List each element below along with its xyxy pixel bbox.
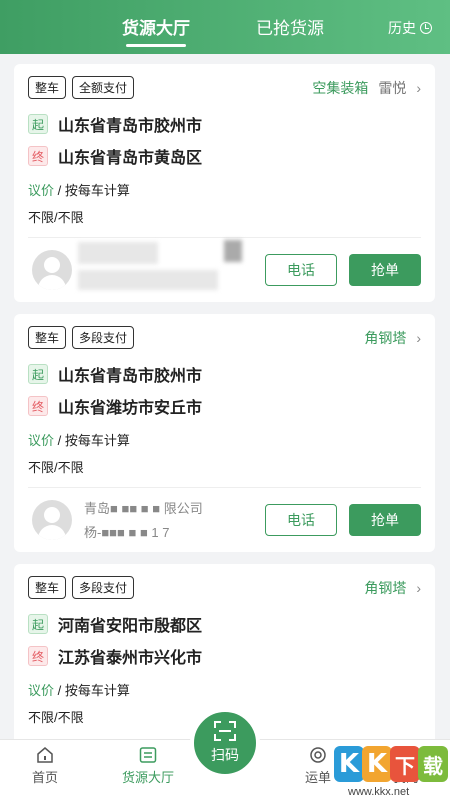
cargo-detail-link[interactable]: 角钢塔 › [364, 328, 421, 348]
route-start: 起 山东省青岛市胶州市 [28, 112, 202, 136]
end-mark: 终 [28, 646, 48, 666]
route-end: 终 山东省潍坊市安丘市 [28, 394, 202, 418]
start-location: 河南省安阳市殷都区 [58, 618, 203, 635]
tab-grabbed-cargo[interactable]: 已抢货源 [256, 14, 324, 39]
avatar [32, 500, 72, 540]
kkx-watermark: K K 下 载 www.kkx.net [334, 742, 450, 800]
price-info: 议价 / 按每车计算 [28, 180, 130, 199]
start-mark: 起 [28, 114, 48, 134]
blurred-contact [78, 242, 158, 264]
chevron-right-icon: › [416, 330, 421, 346]
cargo-detail-link[interactable]: 空集装箱 雷悦 › [312, 78, 421, 98]
call-button[interactable]: 电话 [265, 254, 337, 286]
company-name: 青岛■ ■■ ■ ■ 限公司 [84, 501, 203, 516]
divider [28, 237, 421, 238]
start-mark: 起 [28, 614, 48, 634]
end-mark: 终 [28, 396, 48, 416]
price-label: 议价 [28, 433, 55, 448]
size-limit: 不限/不限 [28, 710, 84, 725]
avatar [32, 250, 72, 290]
cargo-card[interactable]: 整车 多段支付 角钢塔 › 起 山东省青岛市胶州市 终 山东省潍坊市安丘市 议价… [14, 314, 435, 552]
nav-cargo-hall-label: 货源大厅 [121, 770, 174, 785]
waybill-icon [310, 747, 326, 763]
price-rule: / 按每车计算 [54, 433, 130, 448]
nav-cargo-hall[interactable]: 货源大厅 [108, 746, 188, 786]
watermark-url: www.kkx.net [348, 786, 410, 798]
price-rule: / 按每车计算 [54, 683, 130, 698]
price-info: 议价 / 按每车计算 [28, 430, 130, 449]
tag-payment-type: 多段支付 [72, 326, 135, 349]
watermark-letter: K [362, 746, 392, 782]
top-header: 货源大厅 已抢货源 历史 [0, 0, 450, 54]
size-limit: 不限/不限 [28, 460, 84, 475]
home-icon [37, 747, 53, 763]
tag-payment-type: 多段支付 [72, 576, 135, 599]
cargo-type: 角钢塔 [364, 580, 407, 596]
route-start: 起 河南省安阳市殷都区 [28, 612, 202, 636]
start-mark: 起 [28, 364, 48, 384]
chevron-right-icon: › [416, 580, 421, 596]
active-tab-indicator [126, 44, 186, 47]
watermark-letter: K [334, 746, 364, 782]
cargo-type: 角钢塔 [364, 330, 407, 346]
route-end: 终 江苏省泰州市兴化市 [28, 644, 202, 668]
scan-label: 扫码 [211, 747, 239, 763]
start-location: 山东省青岛市胶州市 [58, 368, 203, 385]
contact-name: 杨-■■■ ■ ■ 1 7 [84, 525, 170, 540]
end-location: 山东省青岛市黄岛区 [58, 150, 203, 167]
price-label: 议价 [28, 183, 55, 198]
chevron-right-icon: › [416, 80, 421, 96]
tag-full-truck: 整车 [28, 576, 67, 599]
nav-home[interactable]: 首页 [5, 746, 85, 786]
tag-payment-type: 全额支付 [72, 76, 135, 99]
watermark-letter: 下 [390, 746, 420, 782]
shipper-name: 雷悦 [378, 80, 407, 96]
end-location: 山东省潍坊市安丘市 [58, 400, 203, 417]
history-label: 历史 [388, 20, 416, 36]
grab-order-button[interactable]: 抢单 [349, 254, 421, 286]
watermark-letter: 载 [418, 746, 448, 782]
scan-icon [214, 721, 236, 741]
end-mark: 终 [28, 146, 48, 166]
divider [28, 487, 421, 488]
blurred-contact [78, 270, 218, 290]
nav-waybill-label: 运单 [304, 770, 331, 785]
blurred-contact [224, 240, 242, 262]
size-limit: 不限/不限 [28, 210, 84, 225]
scan-button[interactable]: 扫码 [190, 708, 260, 778]
call-button[interactable]: 电话 [265, 504, 337, 536]
list-icon [139, 747, 157, 763]
price-rule: / 按每车计算 [54, 183, 130, 198]
price-label: 议价 [28, 683, 55, 698]
grab-order-button[interactable]: 抢单 [349, 504, 421, 536]
route-end: 终 山东省青岛市黄岛区 [28, 144, 202, 168]
nav-home-label: 首页 [31, 770, 58, 785]
cargo-detail-link[interactable]: 角钢塔 › [364, 578, 421, 598]
tag-full-truck: 整车 [28, 76, 67, 99]
price-info: 议价 / 按每车计算 [28, 680, 130, 699]
end-location: 江苏省泰州市兴化市 [58, 650, 203, 667]
tag-full-truck: 整车 [28, 326, 67, 349]
route-start: 起 山东省青岛市胶州市 [28, 362, 202, 386]
clock-icon [420, 22, 432, 34]
cargo-card[interactable]: 整车 全额支付 空集装箱 雷悦 › 起 山东省青岛市胶州市 终 山东省青岛市黄岛… [14, 64, 435, 302]
cargo-type: 空集装箱 [312, 80, 369, 96]
history-button[interactable]: 历史 [388, 18, 432, 38]
tab-cargo-hall[interactable]: 货源大厅 [122, 14, 190, 39]
start-location: 山东省青岛市胶州市 [58, 118, 203, 135]
